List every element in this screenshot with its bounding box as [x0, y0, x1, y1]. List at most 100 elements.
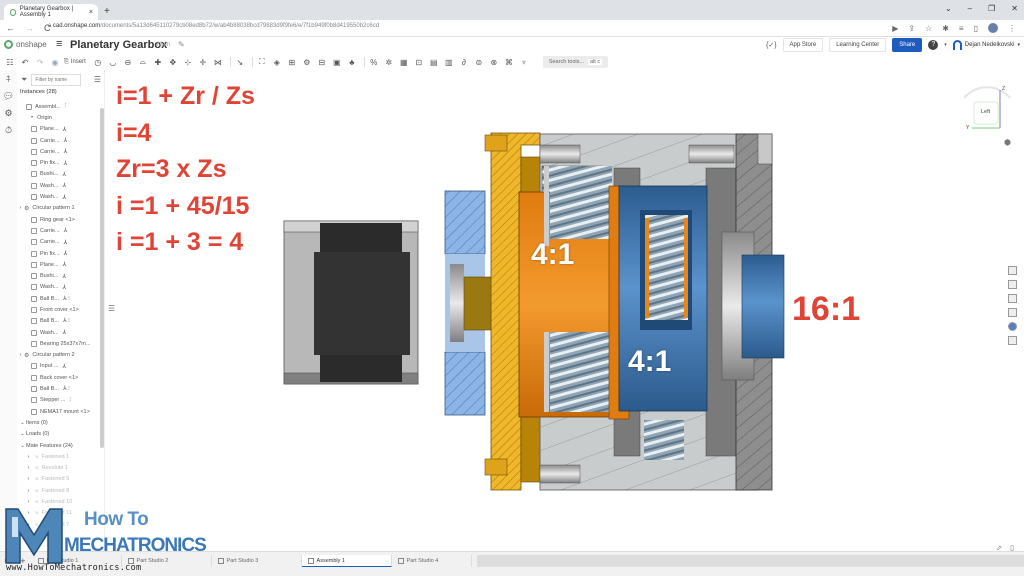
url-field[interactable]: 🔒︎ cad.onshape.com/documents/5a13d645110…: [48, 23, 1024, 30]
instance-row[interactable]: Ball B... ⅄ ⫶: [17, 383, 101, 394]
parallel-mate-icon[interactable]: ⋈: [212, 56, 224, 68]
back-button[interactable]: ←: [6, 23, 15, 33]
gear-relation-icon[interactable]: ⚙: [301, 56, 313, 68]
side-panel-icon[interactable]: ▯: [974, 24, 978, 33]
document-tab[interactable]: Part Studio 4: [391, 555, 472, 567]
instance-row[interactable]: Wash... ⅄: [17, 327, 101, 338]
planar-mate-icon[interactable]: ✚: [152, 56, 164, 68]
instance-row[interactable]: Carrie... ⅄: [17, 135, 101, 146]
instance-row[interactable]: Plane... ⅄: [17, 124, 101, 135]
close-tab-icon[interactable]: ×: [89, 9, 93, 16]
named-positions-icon[interactable]: [1008, 308, 1017, 317]
slider-mate-icon[interactable]: ⌓: [137, 56, 149, 68]
instance-row[interactable]: Carrie... ⅄: [17, 225, 101, 236]
extensions-puzzle-icon[interactable]: ✱: [942, 24, 949, 33]
document-tab[interactable]: Part Studio 3: [211, 555, 302, 567]
instance-row[interactable]: • Origin: [17, 112, 101, 123]
cylindrical-mate-icon[interactable]: ✥: [167, 56, 179, 68]
instance-row[interactable]: Ring gear <1>: [17, 214, 101, 225]
edit-pencil-icon[interactable]: ✎: [178, 40, 185, 49]
instance-row[interactable]: Pin fix... ⅄: [17, 157, 101, 168]
insert-button[interactable]: ⎘ Insert: [64, 59, 86, 66]
mates-panel-icon[interactable]: ⍏: [6, 74, 11, 85]
bookmark-star-icon[interactable]: ☆: [925, 24, 932, 33]
comments-icon[interactable]: 💬︎: [3, 91, 14, 102]
instance-row[interactable]: Ball B... ⅄ ⫶: [17, 316, 101, 327]
appearance-panel-icon[interactable]: [1008, 266, 1017, 275]
pin-slot-mate-icon[interactable]: ⊹: [182, 56, 194, 68]
search-tools-input[interactable]: Search tools... alt c: [542, 56, 609, 68]
bom-icon[interactable]: ▤: [428, 56, 440, 68]
configurations-icon[interactable]: ⚙: [4, 108, 12, 119]
expand-chevron-icon[interactable]: ›: [17, 205, 24, 211]
instance-row[interactable]: Pin fix... ⅄: [17, 248, 101, 259]
instance-row[interactable]: Wash... ⅄: [17, 282, 101, 293]
render-studio-icon[interactable]: [1008, 322, 1017, 331]
expand-chevron-icon[interactable]: ›: [17, 352, 24, 358]
document-tab[interactable]: Assembly 1: [301, 555, 392, 567]
panel-toggle-icon[interactable]: ▯: [1010, 544, 1014, 552]
browser-tab[interactable]: Planetary Gearbox | Assembly 1 ×: [4, 4, 98, 20]
new-tab-button[interactable]: +: [104, 6, 110, 17]
panel-menu-icon[interactable]: ☰: [94, 75, 101, 84]
tree-section[interactable]: ⌄ Mate Features (24): [17, 440, 101, 451]
onshape-logo[interactable]: onshape: [4, 40, 47, 49]
fastened-mate-icon[interactable]: ◡: [107, 56, 119, 68]
instance-row[interactable]: Ball B... ⅄ ⫶: [17, 293, 101, 304]
forward-button[interactable]: →: [25, 23, 34, 33]
undo-icon[interactable]: ↶: [19, 56, 31, 68]
restore-button[interactable]: ❐: [988, 4, 995, 13]
instance-row[interactable]: NEMA17 mount <1>: [17, 406, 101, 417]
mate-feature-row[interactable]: › ⊍ Revolute 1: [17, 463, 101, 474]
mate-feature-row[interactable]: › ⊍ Fastened 5: [17, 474, 101, 485]
instance-row[interactable]: Bearing 25x37x7m...: [17, 338, 101, 349]
mass-properties-icon[interactable]: ⊜: [473, 56, 485, 68]
instance-row[interactable]: Front cover <1>: [17, 304, 101, 315]
expand-chevron-icon[interactable]: ›: [25, 465, 32, 471]
instance-row[interactable]: Plane... ⅄: [17, 259, 101, 270]
tree-section[interactable]: ⌄ Loads (0): [17, 429, 101, 440]
expand-chevron-icon[interactable]: ›: [25, 488, 32, 494]
help-icon[interactable]: ?: [928, 40, 939, 50]
linear-pattern-icon[interactable]: %: [368, 56, 380, 68]
collapse-chevron-icon[interactable]: ⌄: [19, 431, 26, 437]
instance-row[interactable]: Wash... ⅄: [17, 191, 101, 202]
filter-by-name-input[interactable]: [31, 74, 82, 86]
share-button[interactable]: Share: [892, 38, 923, 52]
instance-row[interactable]: Bushi... ⅄: [17, 270, 101, 281]
instance-row[interactable]: Bushi... ⅄: [17, 169, 101, 180]
browser-menu-icon[interactable]: ⋮: [1008, 24, 1016, 33]
instance-row[interactable]: › ⚙ Circular pattern 2: [17, 350, 101, 361]
mate-connector-icon[interactable]: ◈: [271, 56, 283, 68]
save-icon[interactable]: ▣: [331, 56, 343, 68]
view-options-cube-icon[interactable]: ⬢: [1004, 138, 1011, 147]
rack-relation-icon[interactable]: ⊟: [316, 56, 328, 68]
animation-timer-icon[interactable]: ⏱︎: [5, 125, 12, 136]
simulation-icon[interactable]: ♆: [518, 56, 530, 68]
replicate-icon[interactable]: ♣: [346, 56, 358, 68]
expand-icon[interactable]: ⬀: [996, 544, 1002, 552]
document-title[interactable]: Planetary Gearbox: [70, 39, 167, 51]
mate-feature-row[interactable]: › ⊍ Fastened 1: [17, 451, 101, 462]
ball-mate-icon[interactable]: ✛: [197, 56, 209, 68]
revolute-mate-icon[interactable]: ⊖: [122, 56, 134, 68]
instance-row[interactable]: Assembl... ⫶: [17, 101, 101, 112]
instance-row[interactable]: Carrie... ⅄: [17, 237, 101, 248]
profile-avatar[interactable]: [988, 23, 998, 33]
instance-row[interactable]: Wash... ⅄: [17, 180, 101, 191]
expand-chevron-icon[interactable]: ›: [25, 454, 32, 460]
minimize-button[interactable]: –: [968, 4, 972, 13]
mate-feature-row[interactable]: › ⊍ Fastened 8: [17, 485, 101, 496]
named-views-icon[interactable]: ▥: [443, 56, 455, 68]
section-view-icon[interactable]: ⊡: [413, 56, 425, 68]
branch-label[interactable]: Main: [157, 42, 170, 48]
clearance-icon[interactable]: ⌘: [503, 56, 515, 68]
instance-row[interactable]: Stepper ... ⫶: [17, 395, 101, 406]
view-cube-face[interactable]: Left: [981, 109, 990, 115]
tangent-mate-icon[interactable]: ↘: [234, 56, 246, 68]
help-dropdown-icon[interactable]: ▾: [944, 42, 947, 48]
measure-icon[interactable]: ∂: [458, 56, 470, 68]
instance-row[interactable]: › ⚙ Circular pattern 1: [17, 203, 101, 214]
circular-pattern-icon[interactable]: ✲: [383, 56, 395, 68]
learning-center-button[interactable]: Learning Center: [829, 38, 887, 52]
